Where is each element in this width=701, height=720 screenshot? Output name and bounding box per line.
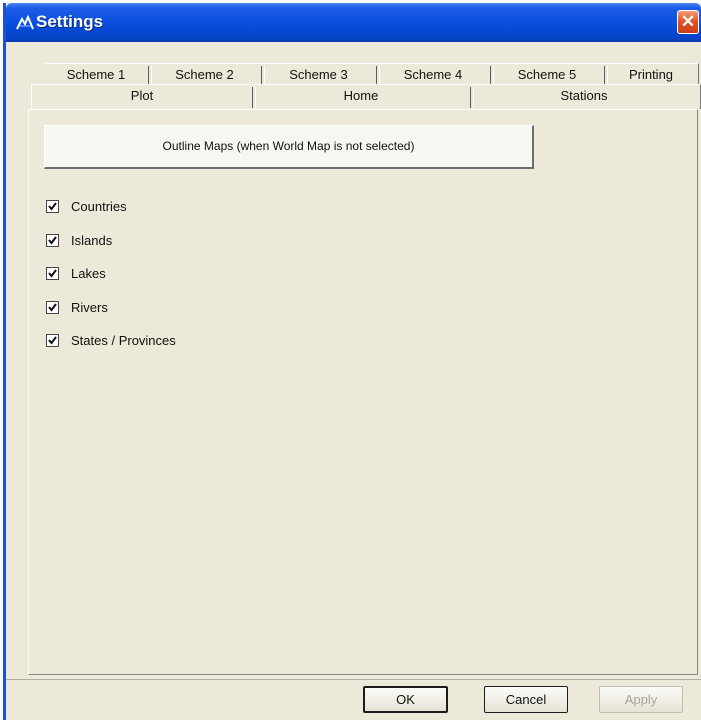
- checkbox-rivers[interactable]: Rivers: [46, 291, 176, 325]
- checkbox-lakes[interactable]: Lakes: [46, 257, 176, 291]
- tab-label: Scheme 2: [175, 67, 234, 82]
- tab-label: Scheme 5: [517, 67, 577, 82]
- tab-stations[interactable]: Stations: [470, 85, 698, 109]
- tab-label: Plot: [130, 88, 154, 103]
- checkbox-label: Countries: [71, 199, 127, 215]
- checkbox-label: Lakes: [71, 266, 106, 282]
- tab-scheme-1[interactable]: Scheme 1: [44, 64, 148, 86]
- checkbox-box[interactable]: [46, 233, 59, 247]
- checkbox-states-provinces[interactable]: States / Provinces: [46, 324, 176, 358]
- checkbox-label: Rivers: [71, 299, 108, 315]
- checkbox-box[interactable]: [46, 334, 59, 348]
- tab-home[interactable]: Home: [252, 85, 470, 109]
- outline-checkbox-list: Countries Islands Lakes Rivers States / …: [46, 190, 176, 358]
- tab-label: Home: [343, 88, 379, 103]
- close-icon: ✕: [680, 12, 696, 31]
- checkbox-box[interactable]: [46, 200, 59, 214]
- tab-scheme-3[interactable]: Scheme 3: [261, 64, 376, 86]
- tab-strip: Scheme 1 Scheme 2 Scheme 3 Scheme 4 Sche…: [6, 42, 701, 112]
- window-title: Settings: [36, 12, 104, 31]
- mountain-icon: [16, 15, 34, 30]
- checkmark-icon: [48, 303, 57, 312]
- checkbox-box[interactable]: [46, 300, 59, 314]
- tab-scheme-5[interactable]: Scheme 5: [490, 64, 604, 86]
- checkmark-icon: [48, 236, 57, 245]
- tab-label: Scheme 3: [289, 67, 348, 82]
- checkbox-label: States / Provinces: [71, 333, 176, 349]
- checkbox-countries[interactable]: Countries: [46, 190, 176, 224]
- cancel-button[interactable]: Cancel: [484, 686, 568, 713]
- apply-button[interactable]: Apply: [599, 686, 683, 713]
- tab-label: Scheme 4: [403, 67, 463, 82]
- checkbox-box[interactable]: [46, 267, 59, 281]
- checkbox-label: Islands: [71, 232, 113, 248]
- checkmark-icon: [48, 269, 57, 278]
- tab-label: Printing: [628, 67, 674, 82]
- tab-row-main: Plot Home Stations: [31, 84, 701, 109]
- outline-maps-button[interactable]: Outline Maps (when World Map is not sele…: [44, 125, 534, 169]
- ok-button[interactable]: OK: [363, 686, 448, 713]
- tab-printing[interactable]: Printing: [604, 64, 698, 86]
- tab-scheme-4[interactable]: Scheme 4: [376, 64, 490, 86]
- checkbox-islands[interactable]: Islands: [46, 224, 176, 258]
- tab-label: Stations: [560, 88, 608, 103]
- close-button[interactable]: ✕: [677, 10, 699, 34]
- checkmark-icon: [48, 336, 57, 345]
- settings-window: Settings ✕ Scheme 1 Scheme 2 Scheme 3 Sc…: [3, 3, 701, 720]
- tab-scheme-2[interactable]: Scheme 2: [148, 64, 261, 86]
- plot-tab-panel: Outline Maps (when World Map is not sele…: [28, 109, 698, 675]
- tab-label: Scheme 1: [66, 67, 126, 82]
- title-bar[interactable]: Settings ✕: [6, 3, 701, 42]
- footer-divider: [6, 679, 701, 680]
- tab-row-schemes: Scheme 1 Scheme 2 Scheme 3 Scheme 4 Sche…: [44, 63, 699, 86]
- tab-plot[interactable]: Plot: [32, 85, 252, 109]
- checkmark-icon: [48, 202, 57, 211]
